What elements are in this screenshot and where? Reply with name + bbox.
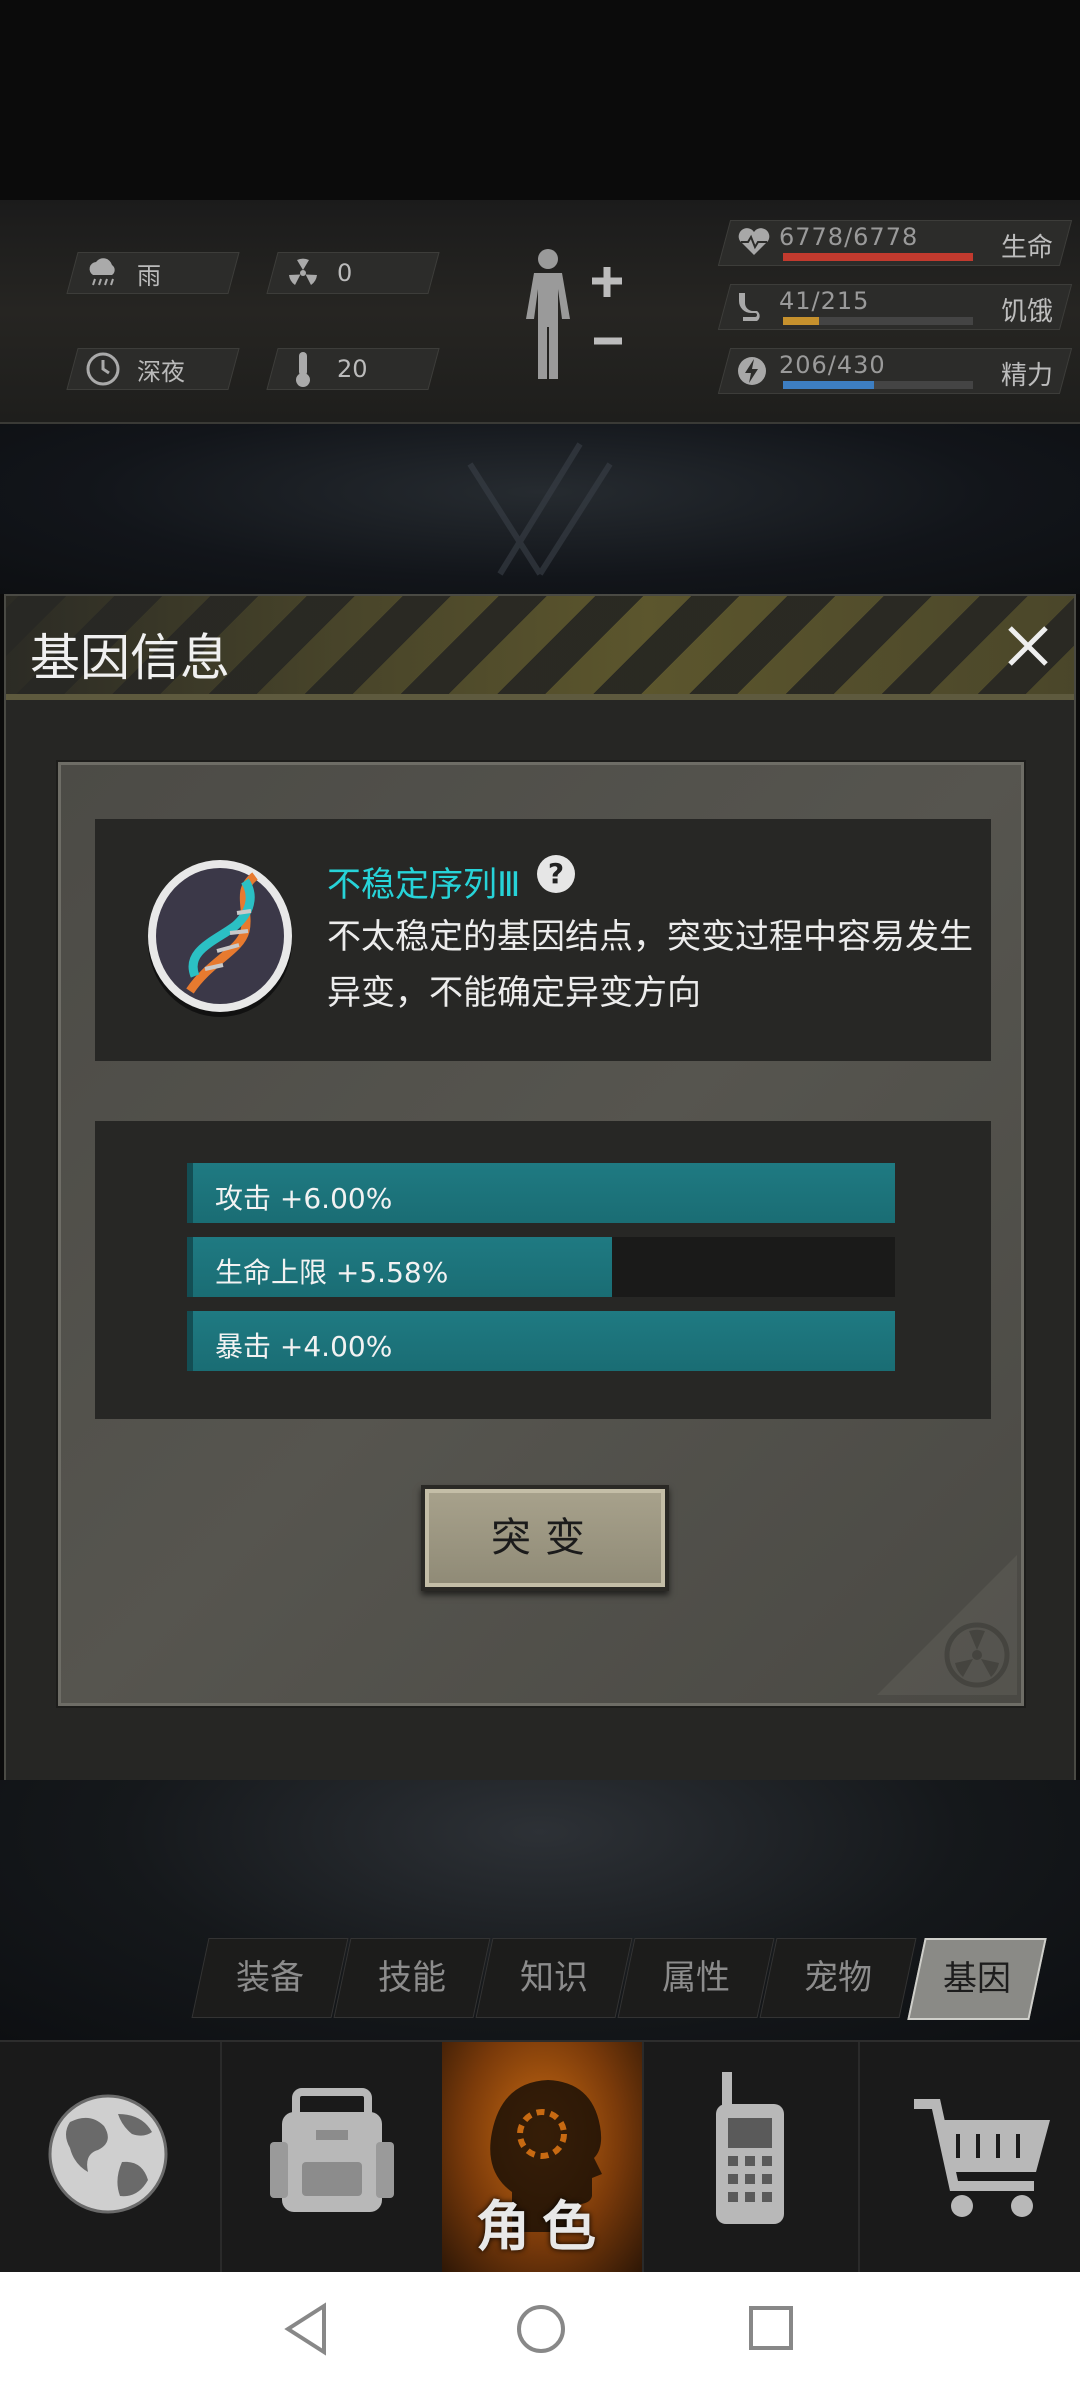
hunger-value: 41/215 [779, 287, 870, 315]
hunger-label: 饥饿 [1000, 297, 1053, 327]
cart-icon [914, 2099, 1050, 2217]
energy-bar [783, 381, 973, 389]
system-navigation-bar [0, 2272, 1080, 2388]
nav-shop[interactable] [858, 2042, 1080, 2274]
dna-icon [145, 851, 295, 1025]
help-button[interactable]: ? [537, 855, 575, 893]
recents-square-icon [749, 2306, 793, 2350]
energy-value: 206/430 [779, 351, 886, 379]
status-hud: 雨 0 深夜 20 6778/6778 生命 41/215 饥饿 206/430… [0, 200, 1080, 424]
bottom-navigation: 角色 [0, 2040, 1080, 2274]
attribute-row-attack: 攻击 +6.00% [187, 1163, 895, 1223]
attribute-text: 攻击 +6.00% [215, 1182, 393, 1215]
nav-radio[interactable] [642, 2042, 860, 2274]
close-icon [1008, 626, 1048, 666]
gene-info-dialog: 基因信息 不稳定序列Ⅲ ? 不太稳定的基因结点，突变过程中容易发生异变，不能确定… [4, 594, 1076, 1784]
stomach-icon [737, 291, 767, 327]
mutate-button[interactable]: 突变 [421, 1485, 669, 1591]
gene-card: 不稳定序列Ⅲ ? 不太稳定的基因结点，突变过程中容易发生异变，不能确定异变方向 [95, 819, 991, 1061]
hunger-stat: 41/215 饥饿 [717, 284, 1073, 330]
tab-attributes[interactable]: 属性 [617, 1938, 775, 2018]
health-value: 6778/6778 [779, 223, 919, 251]
dialog-title: 基因信息 [30, 629, 230, 687]
time-text: 深夜 [137, 357, 185, 386]
background-scene [0, 424, 1080, 594]
attribute-row-crit: 暴击 +4.00% [187, 1311, 895, 1371]
category-tabs: 装备 技能 知识 属性 宠物 基因 [191, 1938, 1060, 2020]
health-label: 生命 [1000, 233, 1053, 263]
rain-cloud-icon [83, 255, 123, 291]
back-button[interactable] [282, 2302, 332, 2360]
home-button[interactable] [514, 2302, 568, 2360]
dialog-body: 不稳定序列Ⅲ ? 不太稳定的基因结点，突变过程中容易发生异变，不能确定异变方向 … [58, 762, 1024, 1706]
hunger-bar [783, 317, 973, 325]
character-figure [520, 245, 630, 389]
heartbeat-icon [737, 227, 771, 261]
tab-genes[interactable]: 基因 [907, 1938, 1047, 2020]
gene-description: 不太稳定的基因结点，突变过程中容易发生异变，不能确定异变方向 [327, 917, 973, 1013]
attribute-text: 生命上限 +5.58% [215, 1256, 449, 1289]
weather-pill: 雨 [66, 252, 240, 294]
radio-icon [716, 2072, 784, 2224]
radiation-icon [283, 256, 323, 290]
clock-icon [83, 351, 123, 387]
nav-character-label: 角色 [476, 2195, 608, 2258]
energy-icon [737, 355, 767, 391]
radiation-watermark-icon [877, 1555, 1017, 1699]
radiation-value: 0 [337, 259, 353, 287]
close-button[interactable] [1000, 618, 1056, 674]
home-circle-icon [517, 2305, 565, 2353]
plus-icon [592, 267, 622, 297]
globe-icon [48, 2094, 168, 2214]
temperature-pill: 20 [266, 348, 440, 390]
gene-name: 不稳定序列Ⅲ [327, 865, 521, 905]
time-pill: 深夜 [66, 348, 240, 390]
attribute-row-max-hp: 生命上限 +5.58% [187, 1237, 895, 1297]
backpack-icon [270, 2088, 394, 2212]
nav-inventory[interactable] [220, 2042, 444, 2274]
radiation-pill: 0 [266, 252, 440, 294]
tab-pets[interactable]: 宠物 [759, 1938, 917, 2018]
health-stat: 6778/6778 生命 [717, 220, 1073, 266]
dialog-header: 基因信息 [6, 596, 1074, 700]
attribute-text: 暴击 +4.00% [215, 1330, 393, 1363]
tab-equipment[interactable]: 装备 [191, 1938, 349, 2018]
tab-knowledge[interactable]: 知识 [475, 1938, 633, 2018]
temperature-value: 20 [337, 355, 368, 383]
back-triangle-icon [284, 2302, 326, 2356]
tab-skills[interactable]: 技能 [333, 1938, 491, 2018]
thermometer-icon [283, 350, 323, 388]
energy-label: 精力 [1000, 361, 1053, 391]
nav-world[interactable] [0, 2042, 222, 2274]
recents-button[interactable] [746, 2302, 796, 2360]
attribute-card: 攻击 +6.00% 生命上限 +5.58% 暴击 +4.00% [95, 1121, 991, 1419]
nav-character[interactable]: 角色 [442, 2042, 644, 2274]
weather-text: 雨 [137, 261, 161, 290]
energy-stat: 206/430 精力 [717, 348, 1073, 394]
health-bar [783, 253, 973, 261]
